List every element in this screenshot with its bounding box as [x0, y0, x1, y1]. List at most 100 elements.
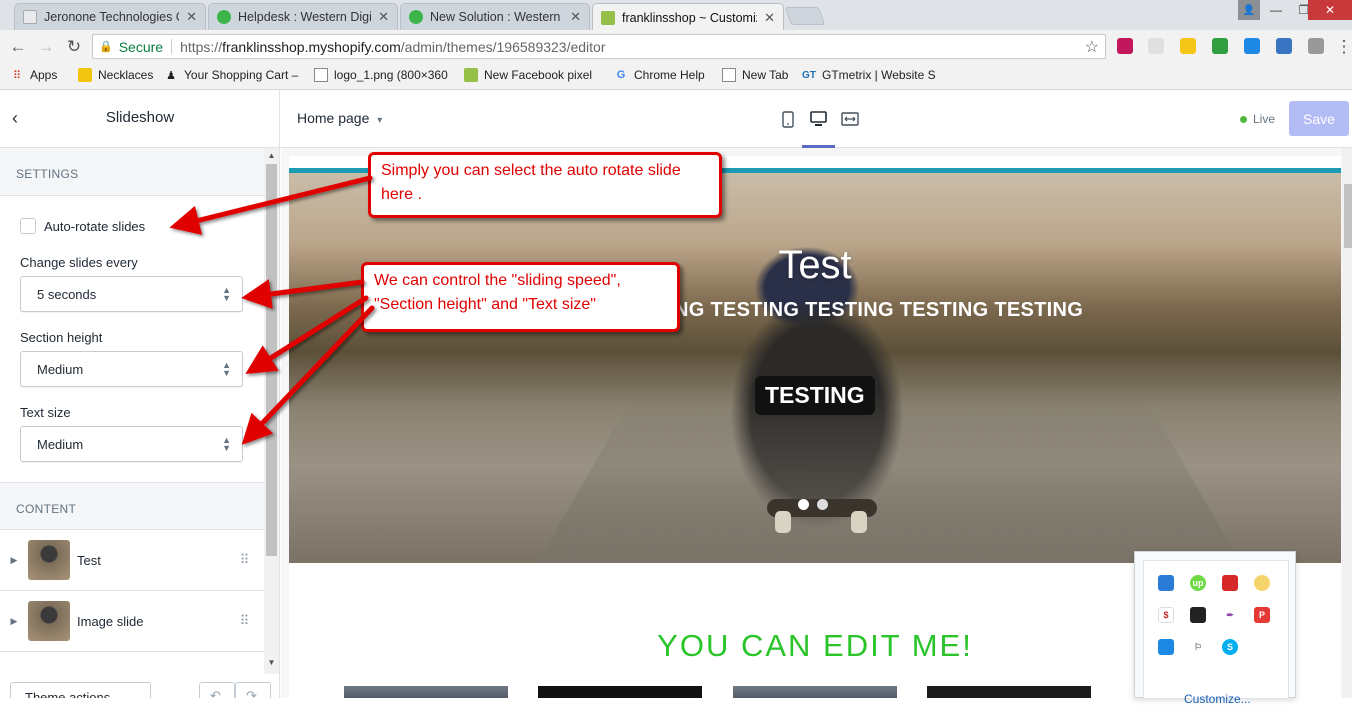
expand-caret-icon[interactable]: ▶ — [0, 555, 28, 566]
theme-actions-label: Theme actions — [25, 690, 110, 698]
url-host: franklinsshop.myshopify.com — [222, 39, 401, 55]
slide-dot[interactable] — [817, 499, 828, 510]
user-profile-icon[interactable]: 👤 — [1238, 0, 1260, 20]
pinterest-icon[interactable]: P — [1254, 607, 1270, 623]
new-tab-button[interactable] — [785, 7, 826, 25]
annotation-callout-controls: We can control the "sliding speed", "Sec… — [361, 262, 680, 332]
extension-highlighter-icon[interactable] — [1180, 38, 1196, 54]
bookmarks-bar: ⠿ Apps Necklaces ♟ Your Shopping Cart – … — [0, 63, 1352, 90]
close-tab-icon[interactable]: ✕ — [186, 9, 197, 25]
smiley-icon[interactable] — [1254, 575, 1270, 591]
forward-arrow-icon[interactable]: → — [36, 37, 56, 57]
section-height-select[interactable]: Medium ▲ ▼ — [20, 351, 243, 387]
close-window-icon[interactable]: ✕ — [1308, 0, 1352, 20]
content-block-row[interactable]: ▶ Image slide ⠿ — [0, 591, 264, 652]
close-tab-icon[interactable]: ✕ — [570, 9, 581, 25]
vimeo-icon[interactable] — [1190, 607, 1206, 623]
browser-tab-1[interactable]: Jeronone Technologies C ✕ — [14, 3, 206, 30]
product-thumbnail[interactable] — [733, 686, 897, 698]
save-button[interactable]: Save — [1289, 101, 1349, 136]
select-arrows-icon: ▲ ▼ — [222, 286, 231, 302]
hero-cta-button[interactable]: TESTING — [755, 376, 875, 415]
back-arrow-icon[interactable]: ← — [8, 37, 28, 57]
slide-dot-active[interactable] — [798, 499, 809, 510]
extension-blue-icon[interactable] — [1244, 38, 1260, 54]
bookmark-star-icon[interactable]: ☆ — [1085, 37, 1099, 57]
extension-off-icon[interactable] — [1308, 38, 1324, 54]
scroll-up-icon[interactable]: ▲ — [264, 151, 279, 160]
bookmark-apps[interactable]: ⠿ Apps — [10, 68, 57, 82]
hero-road-image — [522, 392, 1257, 563]
tab-title: Jeronone Technologies C — [44, 10, 179, 24]
reload-icon[interactable]: ↻ — [64, 37, 84, 57]
extensions-overflow-popup: up $ ✒ P ⚐ S Customize... — [1134, 551, 1296, 698]
person-icon: ♟ — [164, 68, 178, 82]
user-glyph: 👤 — [1243, 5, 1255, 16]
browser-tab-2[interactable]: Helpdesk : Western Digit ✕ — [208, 3, 398, 30]
extension-plus-icon[interactable] — [1212, 38, 1228, 54]
fullwidth-view-icon[interactable] — [840, 109, 860, 129]
expand-caret-icon[interactable]: ▶ — [0, 616, 28, 627]
close-tab-icon[interactable]: ✕ — [378, 9, 389, 25]
bookmark-facebook-pixel[interactable]: New Facebook pixel — [464, 68, 592, 82]
page-selector-dropdown[interactable]: Home page ▾ — [297, 110, 382, 126]
browser-tab-4-active[interactable]: franklinsshop ~ Customiz ✕ — [592, 3, 784, 31]
camera-icon[interactable] — [1222, 575, 1238, 591]
change-slides-value: 5 seconds — [37, 287, 96, 302]
mobile-view-icon[interactable] — [778, 109, 798, 129]
scrollbar-thumb[interactable] — [266, 164, 277, 556]
desktop-view-icon[interactable] — [808, 109, 828, 129]
text-size-select[interactable]: Medium ▲ ▼ — [20, 426, 243, 462]
google-icon: G — [614, 68, 628, 82]
slideshow-hero[interactable]: Test NG TESTING TESTING TESTING TESTING … — [289, 173, 1341, 563]
content-block-row[interactable]: ▶ Test ⠿ — [0, 530, 264, 591]
block-label: Image slide — [77, 614, 224, 629]
theme-actions-button[interactable]: Theme actions — [10, 682, 151, 698]
slide-thumbnail — [28, 601, 70, 641]
feather-icon[interactable]: ✒ — [1222, 607, 1238, 623]
sidebar-title: Slideshow — [0, 109, 280, 126]
redo-icon: ↷ — [246, 688, 257, 698]
autorotate-checkbox[interactable] — [20, 218, 36, 234]
dollar-icon[interactable]: $ — [1158, 607, 1174, 623]
bookmark-gtmetrix[interactable]: GT GTmetrix | Website S — [802, 68, 936, 82]
live-status: Live — [1240, 112, 1275, 126]
bookmark-label: Apps — [30, 68, 57, 82]
skype-icon[interactable]: S — [1222, 639, 1238, 655]
bookmark-chrome-help[interactable]: G Chrome Help — [614, 68, 705, 82]
redo-button[interactable]: ↷ — [235, 682, 271, 698]
extension-pocket-icon[interactable] — [1117, 38, 1133, 54]
minimize-icon[interactable]: — — [1262, 0, 1290, 20]
extension-pen-icon[interactable] — [1276, 38, 1292, 54]
bookmark-necklaces[interactable]: Necklaces — [78, 68, 153, 82]
scroll-down-icon[interactable]: ▼ — [264, 658, 279, 667]
scrollbar-thumb[interactable] — [1344, 184, 1352, 248]
product-thumbnail[interactable] — [927, 686, 1091, 698]
extension-icon[interactable] — [1158, 575, 1174, 591]
drag-handle-icon[interactable]: ⠿ — [224, 552, 264, 568]
extension-disabled-icon[interactable] — [1148, 38, 1164, 54]
autorotate-checkbox-row[interactable]: Auto-rotate slides — [20, 218, 145, 234]
close-tab-icon[interactable]: ✕ — [764, 10, 775, 26]
flag-icon[interactable]: ⚐ — [1190, 639, 1206, 655]
browser-tab-3[interactable]: New Solution : Western D ✕ — [400, 3, 590, 30]
bookmark-shopping-cart[interactable]: ♟ Your Shopping Cart – — [164, 68, 298, 82]
browser-tab-strip: Jeronone Technologies C ✕ Helpdesk : Wes… — [0, 0, 1352, 30]
drag-handle-icon[interactable]: ⠿ — [224, 613, 264, 629]
customize-link[interactable]: Customize... — [1184, 692, 1251, 706]
upwork-icon[interactable]: up — [1190, 575, 1206, 591]
sidebar-header: ‹ Slideshow — [0, 90, 280, 148]
preview-scrollbar[interactable] — [1342, 148, 1352, 698]
sidebar-scrollbar[interactable]: ▲ ▼ — [264, 148, 279, 674]
bookmark-logo[interactable]: logo_1.png (800×360 — [314, 68, 448, 82]
bookmark-label: New Tab — [742, 68, 788, 82]
change-slides-select[interactable]: 5 seconds ▲ ▼ — [20, 276, 243, 312]
address-bar[interactable]: 🔒 Secure https:// franklinsshop.myshopif… — [92, 34, 1106, 59]
globe-icon[interactable] — [1158, 639, 1174, 655]
page-selector-label: Home page — [297, 110, 369, 126]
chrome-menu-icon[interactable]: ⋮ — [1334, 37, 1352, 57]
product-thumbnail[interactable] — [344, 686, 508, 698]
bookmark-new-tab[interactable]: New Tab — [722, 68, 788, 82]
undo-button[interactable]: ↶ — [199, 682, 235, 698]
product-thumbnail[interactable] — [538, 686, 702, 698]
